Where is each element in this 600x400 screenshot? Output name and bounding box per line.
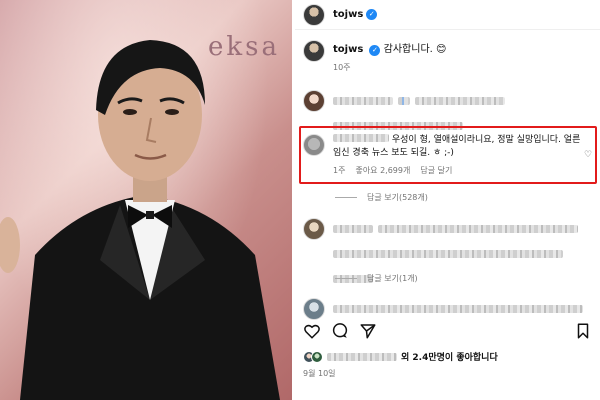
blurred-text [415, 97, 506, 105]
view-replies-button[interactable]: 답글 보기(1개) [335, 273, 418, 284]
commenter-avatar[interactable] [303, 90, 325, 112]
share-icon[interactable] [359, 322, 377, 340]
caption-time: 10주 [333, 63, 351, 72]
person-in-tuxedo [0, 40, 280, 400]
view-replies-label[interactable]: 답글 보기(1개) [367, 273, 418, 284]
blurred-text [333, 250, 563, 258]
blurred-text [333, 305, 583, 313]
heart-icon[interactable] [303, 322, 321, 340]
post-date: 9월 10일 [303, 369, 336, 378]
post-actions [303, 322, 377, 340]
caption-avatar[interactable] [303, 40, 325, 62]
view-replies-button[interactable]: 답글 보기(528개) [335, 192, 428, 203]
blurred-username [333, 97, 393, 105]
likes-count-text: 외 2.4만명이 좋아합니다 [401, 353, 498, 363]
news-photo: eksa [0, 0, 295, 400]
blurred-text [378, 225, 579, 233]
caption-username[interactable]: tojws [333, 44, 363, 55]
post-caption: tojws ✓ 감사합니다. 😊 10주 [303, 40, 593, 73]
replies-divider [335, 197, 357, 198]
commenter-avatar[interactable] [303, 218, 325, 240]
liker-avatar [311, 350, 323, 363]
blurred-username [327, 352, 397, 361]
verified-icon: ✓ [369, 45, 381, 56]
comment-item [303, 298, 593, 320]
instagram-post-panel: tojws ✓ tojws ✓ 감사합니다. 😊 10주 우성이 형, 열애설이… [295, 0, 600, 400]
view-replies-label[interactable]: 답글 보기(528개) [367, 192, 428, 203]
replies-divider [335, 278, 357, 279]
highlight-box [299, 126, 597, 184]
verified-icon: ✓ [366, 9, 378, 20]
caption-text: 감사합니다. 😊 [383, 44, 447, 55]
profile-avatar[interactable] [303, 3, 325, 26]
blurred-text [398, 97, 411, 105]
bookmark-icon[interactable] [574, 322, 592, 340]
profile-username[interactable]: tojws [333, 9, 363, 20]
comment-like-icon[interactable]: ♡ [584, 150, 594, 160]
likes-summary[interactable]: 외 2.4만명이 좋아합니다 [303, 350, 498, 363]
blurred-username [333, 225, 373, 233]
post-header: tojws ✓ [295, 0, 600, 30]
commenter-avatar[interactable] [303, 298, 325, 320]
comment-icon[interactable] [331, 322, 349, 340]
